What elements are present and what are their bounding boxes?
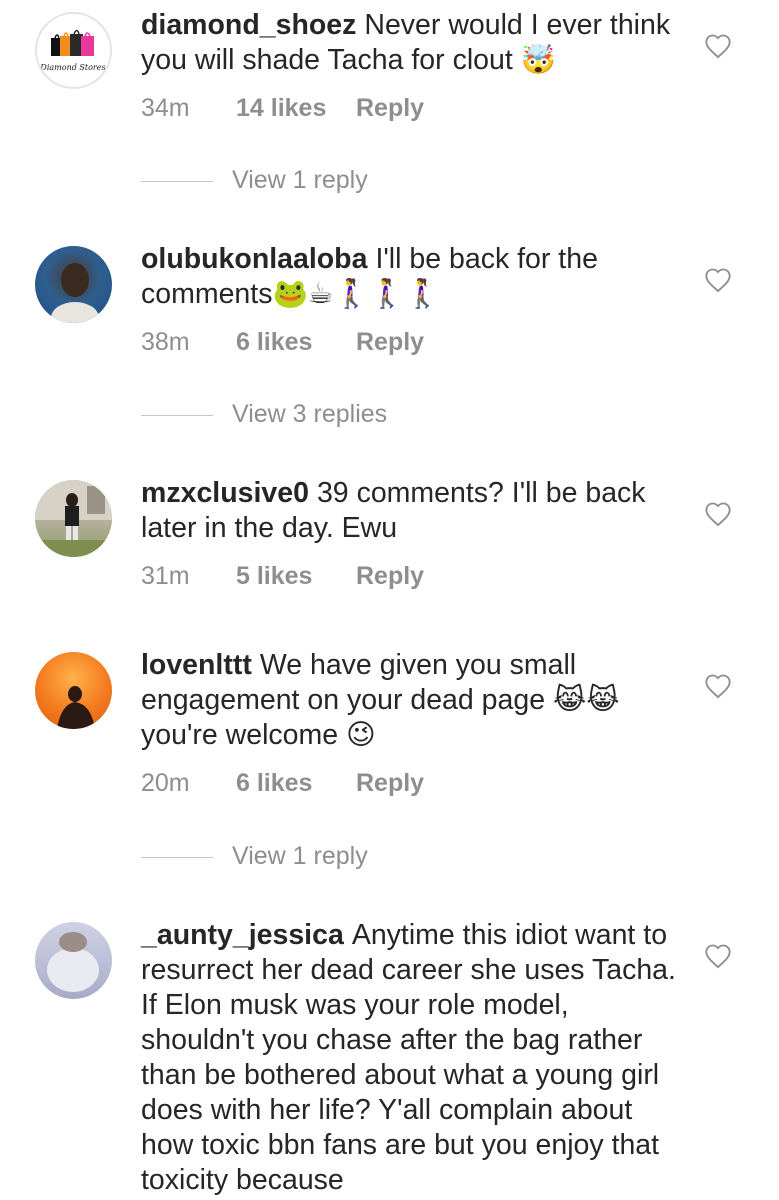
reply-button[interactable]: Reply — [356, 328, 424, 357]
avatar[interactable] — [35, 922, 112, 999]
comment-meta: 20m 6 likes Reply — [141, 769, 424, 798]
heart-outline-icon[interactable] — [704, 33, 732, 59]
avatar-photo — [47, 932, 99, 992]
reply-button[interactable]: Reply — [356, 562, 424, 591]
view-replies-label: View 1 reply — [232, 842, 368, 870]
comment-meta: 31m 5 likes Reply — [141, 562, 424, 591]
comment-meta: 34m 14 likes Reply — [141, 94, 424, 123]
comment-body: mzxclusive0 39 comments? I'll be back lat… — [141, 476, 686, 546]
view-replies-label: View 1 reply — [232, 166, 368, 194]
avatar-caption: Diamond Stores — [39, 63, 105, 72]
avatar-diamond-stores[interactable]: Diamond Stores — [35, 12, 112, 89]
reply-button[interactable]: Reply — [356, 94, 424, 123]
comment-likes[interactable]: 5 likes — [236, 562, 356, 591]
avatar[interactable] — [35, 652, 112, 729]
comment-body: _aunty_jessica Anytime this idiot want to… — [141, 918, 686, 1198]
comment-username[interactable]: olubukonlaaloba — [141, 243, 367, 275]
avatar-photo — [51, 263, 99, 323]
heart-outline-icon[interactable] — [704, 267, 732, 293]
heart-outline-icon[interactable] — [704, 943, 732, 969]
comment-time: 34m — [141, 94, 190, 122]
divider-line — [141, 415, 213, 416]
comment-body: lovenlttt We have given you small engagem… — [141, 648, 686, 753]
comment-body: olubukonlaaloba I'll be back for the comm… — [141, 242, 686, 312]
comment-likes[interactable]: 6 likes — [236, 328, 356, 357]
reply-button[interactable]: Reply — [356, 769, 424, 798]
comment-username[interactable]: _aunty_jessica — [141, 919, 344, 951]
heart-outline-icon[interactable] — [704, 673, 732, 699]
avatar-photo — [57, 686, 95, 729]
divider-line — [141, 181, 213, 182]
avatar-photo — [35, 480, 112, 557]
comment-likes[interactable]: 6 likes — [236, 769, 356, 798]
comment-body: diamond_shoez Never would I ever think yo… — [141, 8, 686, 78]
comment-time: 38m — [141, 328, 190, 356]
comment-time: 20m — [141, 769, 190, 797]
view-replies-label: View 3 replies — [232, 400, 388, 428]
comment-username[interactable]: mzxclusive0 — [141, 477, 309, 509]
avatar[interactable] — [35, 480, 112, 557]
avatar[interactable] — [35, 246, 112, 323]
shopping-bags-logo: Diamond Stores — [39, 29, 106, 72]
comment-text: Anytime this idiot want to resurrect her… — [141, 919, 676, 1196]
comment-username[interactable]: lovenlttt — [141, 649, 252, 681]
comment-likes[interactable]: 14 likes — [236, 94, 356, 123]
heart-outline-icon[interactable] — [704, 501, 732, 527]
comment-meta: 38m 6 likes Reply — [141, 328, 424, 357]
comment-time: 31m — [141, 562, 190, 590]
comment-username[interactable]: diamond_shoez — [141, 9, 356, 41]
divider-line — [141, 857, 213, 858]
